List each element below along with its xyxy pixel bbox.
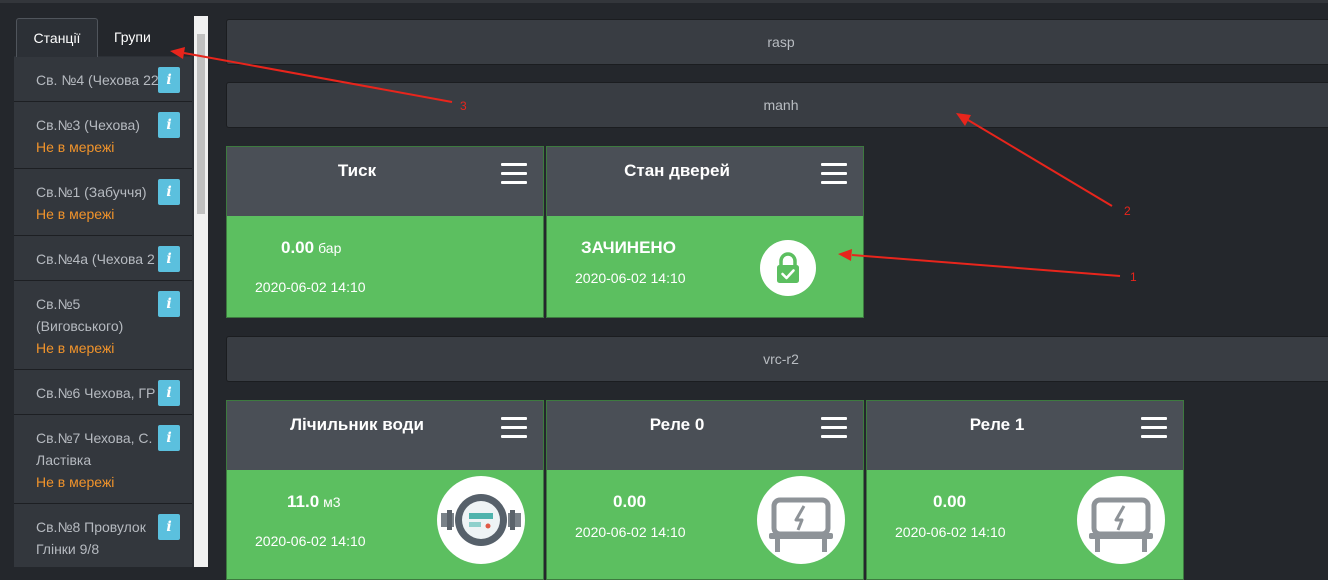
- annotation-arrow-1: [838, 249, 1121, 277]
- annotation-arrow-2: [956, 113, 1113, 207]
- annotation-overlay: [170, 47, 1121, 277]
- annotation-label-3: 3: [460, 99, 467, 113]
- annotation-label-1: 1: [1130, 270, 1137, 284]
- annotation-label-2: 2: [1124, 204, 1131, 218]
- annotation-arrow-3: [170, 47, 453, 103]
